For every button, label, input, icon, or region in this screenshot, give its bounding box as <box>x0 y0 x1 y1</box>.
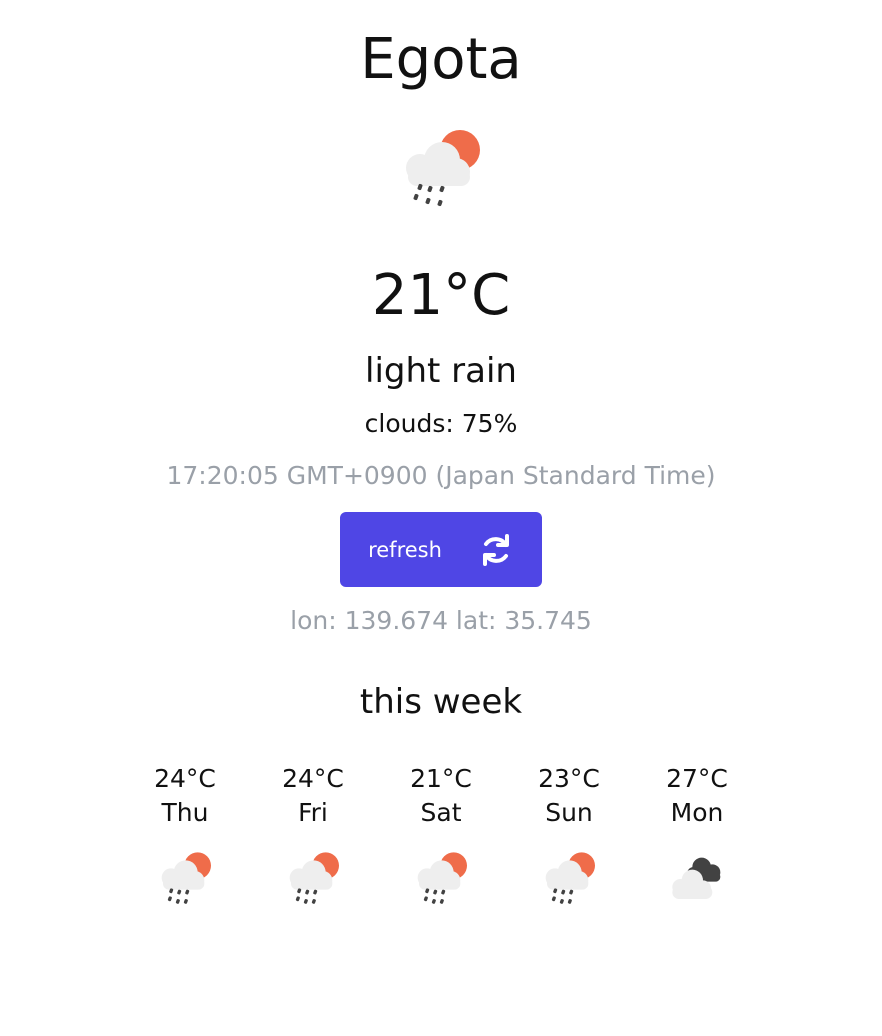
cloud-coverage: clouds: 75% <box>364 409 518 438</box>
forecast-list: 24°C Thu 24°C Fri 21°C Sat 23°C Sun 27°C… <box>121 763 761 907</box>
forecast-temp: 23°C <box>538 764 600 793</box>
weather-description: light rain <box>365 351 517 391</box>
forecast-temp: 24°C <box>282 764 344 793</box>
city-name: Egota <box>360 27 522 92</box>
weather-app: Egota 21°C light rain clouds: 75% 17:20:… <box>0 0 882 907</box>
current-temperature: 21°C <box>371 263 511 328</box>
forecast-day-name: Sat <box>420 798 462 827</box>
refresh-icon <box>478 532 514 568</box>
forecast-temp: 24°C <box>154 764 216 793</box>
forecast-day: 24°C Thu <box>121 763 249 907</box>
rain-cloud-sun-icon <box>417 852 467 904</box>
dark-clouds-icon <box>672 857 721 899</box>
forecast-day: 23°C Sun <box>505 763 633 907</box>
refresh-button[interactable]: refresh <box>340 512 542 587</box>
rain-cloud-sun-icon <box>545 852 595 904</box>
forecast-temp: 27°C <box>666 764 728 793</box>
forecast-day: 24°C Fri <box>249 763 377 907</box>
week-title: this week <box>359 682 523 722</box>
forecast-day-name: Thu <box>161 798 209 827</box>
forecast-temp: 21°C <box>410 764 472 793</box>
forecast-day-name: Mon <box>670 798 724 827</box>
forecast-day: 27°C Mon <box>633 763 761 907</box>
refresh-button-label: refresh <box>368 537 442 562</box>
rain-cloud-sun-icon <box>406 130 480 207</box>
rain-cloud-sun-icon <box>289 852 339 904</box>
local-time: 17:20:05 GMT+0900 (Japan Standard Time) <box>166 461 716 490</box>
forecast-day: 21°C Sat <box>377 763 505 907</box>
forecast-day-name: Sun <box>545 798 593 827</box>
coordinates: lon: 139.674 lat: 35.745 <box>290 606 592 635</box>
rain-cloud-sun-icon <box>161 852 211 904</box>
forecast-day-name: Fri <box>298 798 328 827</box>
